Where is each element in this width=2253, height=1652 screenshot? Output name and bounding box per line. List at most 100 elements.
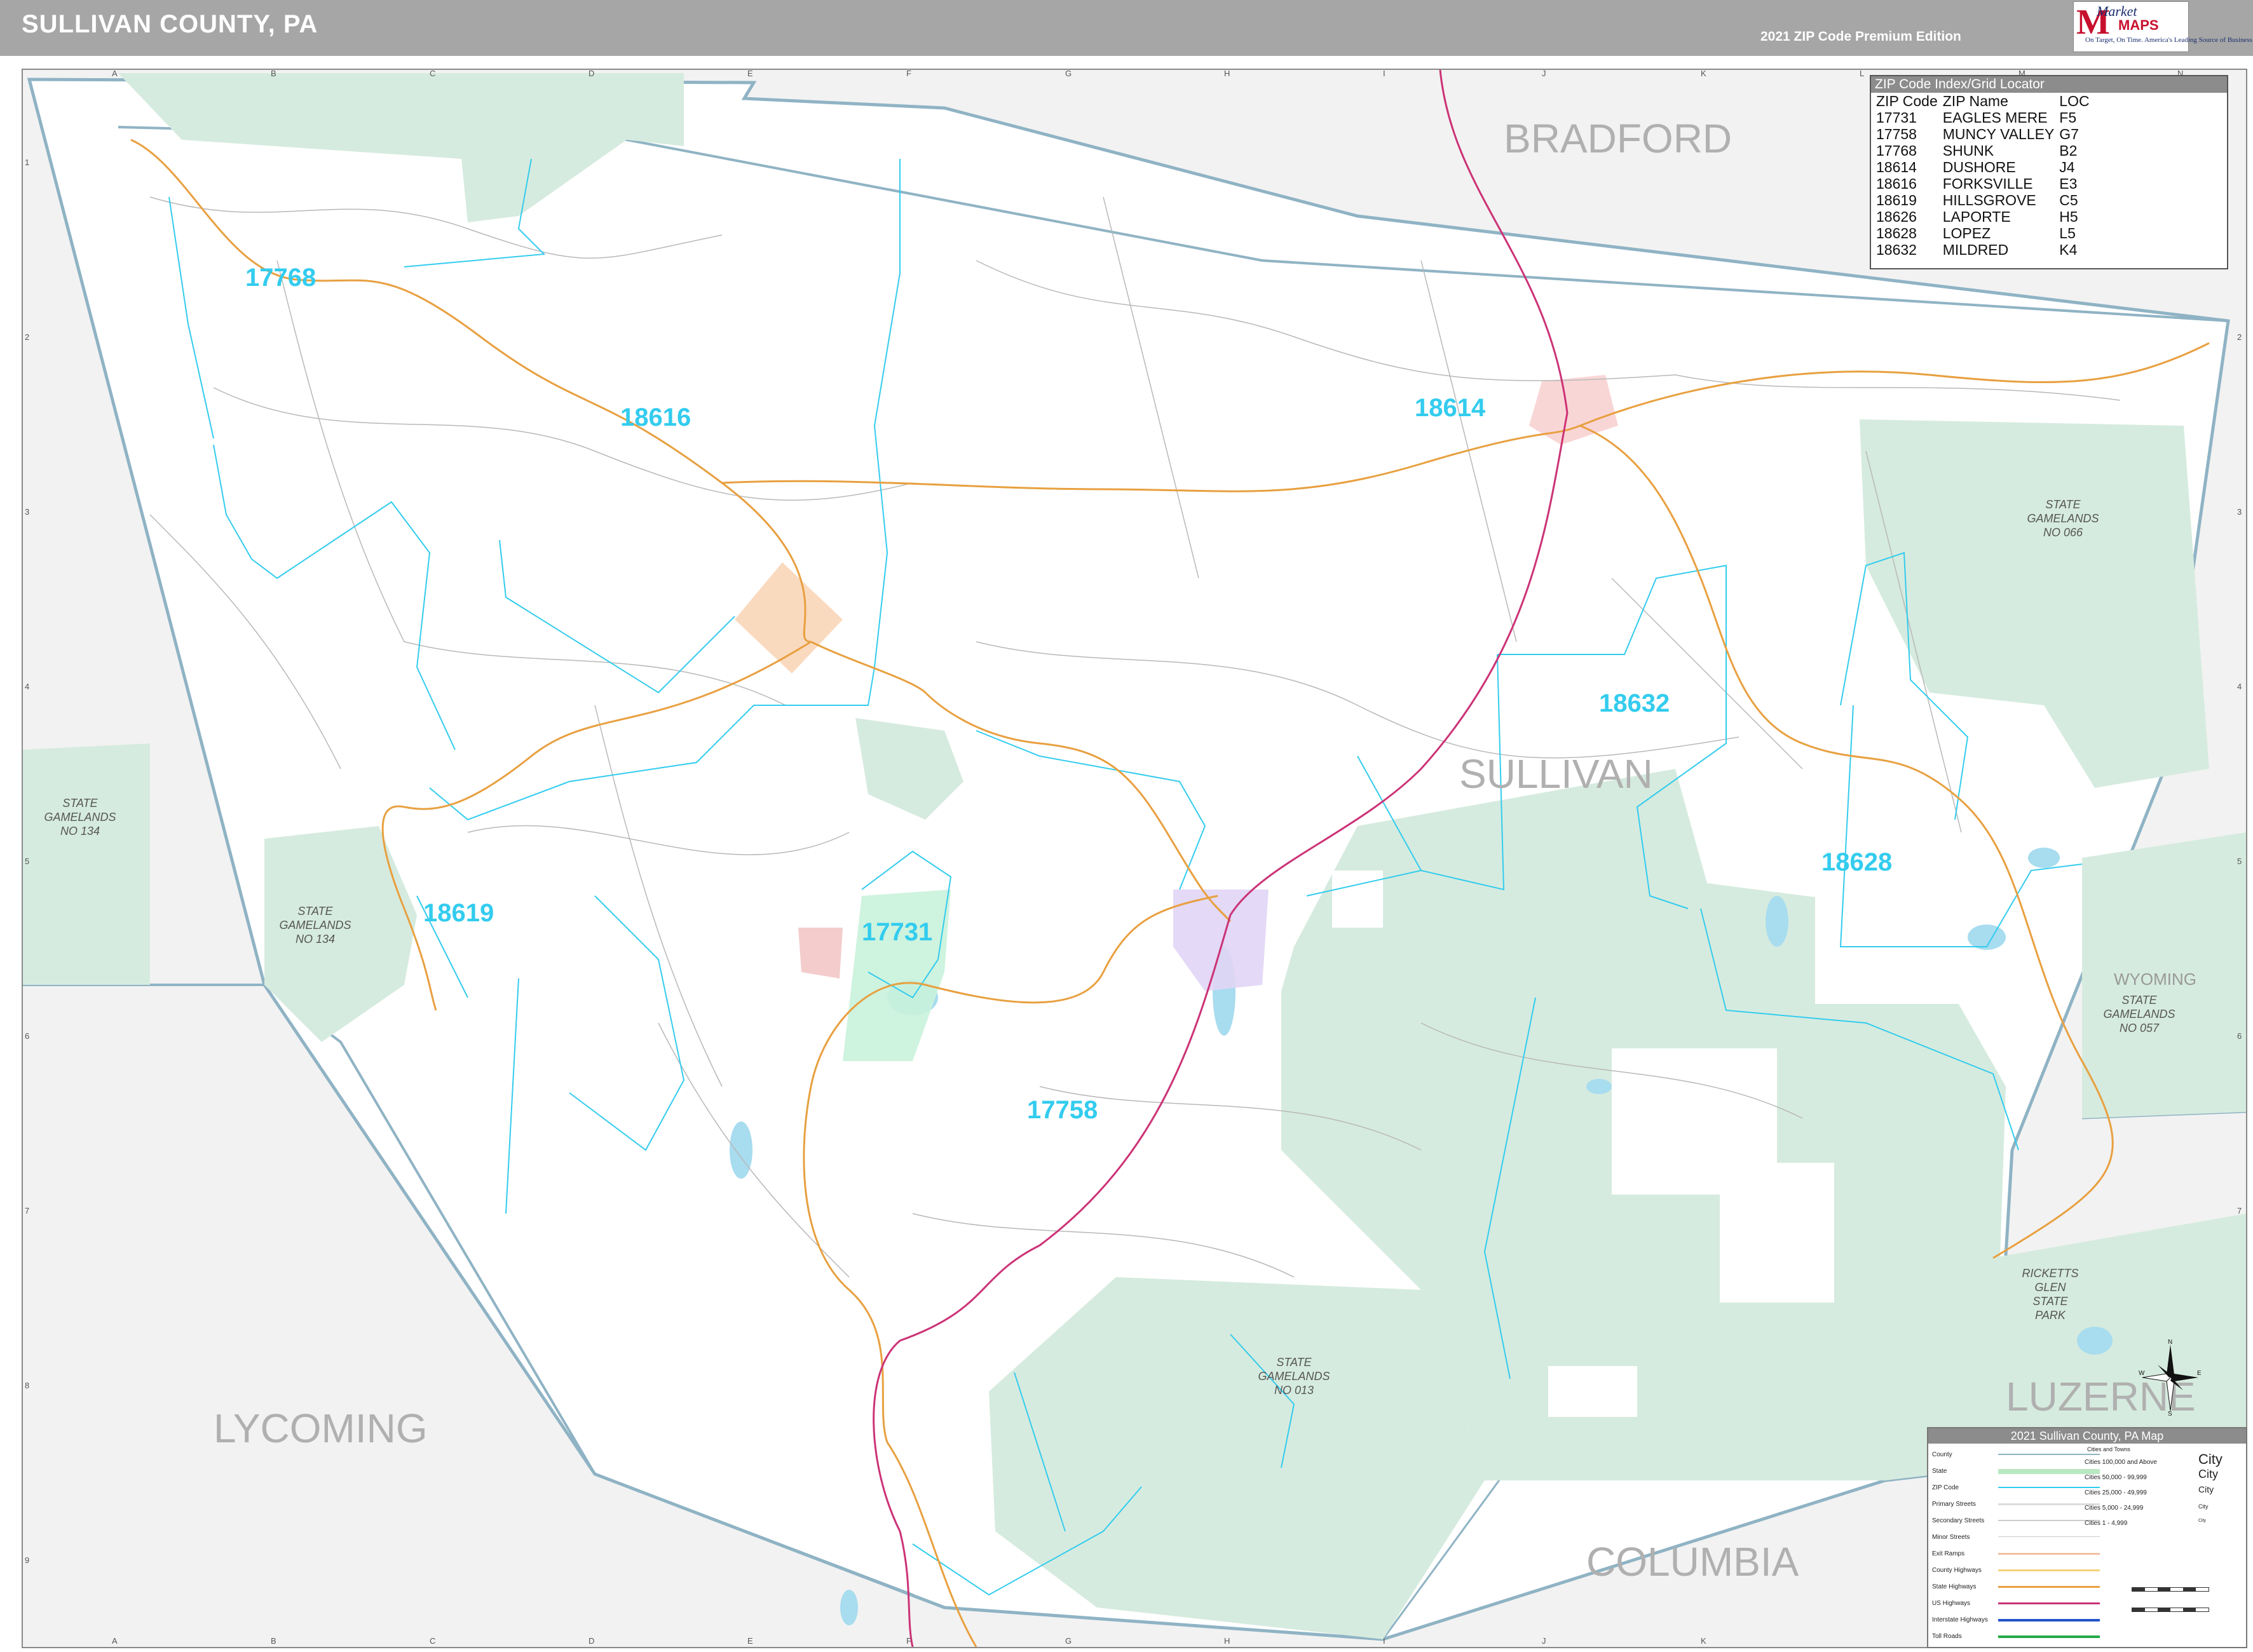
zip-loc-cell: K4 <box>2059 241 2078 258</box>
legend-sample-us-hwy <box>1998 1602 2100 1604</box>
county-label-bradford: BRADFORD <box>1504 116 1732 161</box>
zip-name-cell: LOPEZ <box>1942 225 1991 241</box>
grid-number: 6 <box>2237 1031 2242 1041</box>
zip-index-header: ZIP Name <box>1942 93 2008 109</box>
legend-sample-county <box>1998 1454 2100 1455</box>
legend-city-class: Cities 100,000 and Above <box>2085 1459 2157 1466</box>
table-row: 18632 MILDRED K4 <box>1874 241 2092 258</box>
inholding-2 <box>1720 1163 1834 1303</box>
grid-letter: K <box>1701 70 1706 78</box>
grid-letter: F <box>906 70 911 78</box>
grid-letter: G <box>1065 70 1072 78</box>
legend-sample-state <box>1998 1469 2100 1474</box>
legend-sample-county-hwy <box>1998 1569 2100 1571</box>
legend-city-sample: City <box>2198 1451 2222 1467</box>
grid-letter: J <box>1542 70 1546 78</box>
legend-item: Primary Streets <box>1932 1501 1976 1508</box>
table-row: 18619 HILLSGROVE C5 <box>1874 192 2092 208</box>
zip-code-cell: 17758 <box>1876 126 1917 142</box>
zip-loc-cell: L5 <box>2059 225 2076 241</box>
map-frame[interactable]: A B C D E F G H I J K L M N A B C D E F … <box>22 69 2247 1648</box>
zip-loc-cell: G7 <box>2059 126 2079 142</box>
legend-city-class: Cities 1 - 4,999 <box>2085 1520 2128 1527</box>
lake-9 <box>840 1590 858 1625</box>
legend-item: Exit Ramps <box>1932 1550 1965 1557</box>
grid-number: 4 <box>25 682 29 691</box>
zip-name-cell: FORKSVILLE <box>1942 175 2033 192</box>
zip-label-18628: 18628 <box>1821 848 1892 876</box>
grid-letter: H <box>1224 1636 1230 1646</box>
grid-number: 1 <box>25 158 29 167</box>
legend-item: ZIP Code <box>1932 1484 1959 1491</box>
lake-2 <box>730 1121 752 1179</box>
grid-number: 6 <box>25 1031 29 1041</box>
zip-code-cell: 18619 <box>1876 192 1917 208</box>
legend-sample-zip <box>1998 1487 2100 1488</box>
lake-8 <box>1586 1079 1612 1094</box>
compass-w: W <box>2139 1370 2145 1377</box>
zip-code-cell: 17731 <box>1876 109 1917 126</box>
zip-label-17758: 17758 <box>1027 1096 1098 1124</box>
inholding-5 <box>1332 870 1383 928</box>
logo-brand-bottom: MAPS <box>2118 17 2159 33</box>
grid-letter: K <box>1701 1636 1706 1646</box>
inholding-3 <box>1548 1366 1637 1417</box>
county-label-columbia: COLUMBIA <box>1586 1539 1799 1585</box>
edition-label: 2021 ZIP Code Premium Edition <box>1760 29 1961 44</box>
table-row: 17758 MUNCY VALLEY G7 <box>1874 126 2092 142</box>
grid-letter: G <box>1065 1636 1072 1646</box>
legend-city-sample: City <box>2198 1519 2207 1523</box>
legend-item: County Highways <box>1932 1567 1982 1574</box>
legend-item: Minor Streets <box>1932 1534 1970 1541</box>
map-canvas[interactable]: A B C D E F G H I J K L M N A B C D E F … <box>23 70 2246 1647</box>
grid-number: 5 <box>25 856 29 866</box>
header-bar: SULLIVAN COUNTY, PA 2021 ZIP Code Premiu… <box>0 0 2253 56</box>
table-row: 18616 FORKSVILLE E3 <box>1874 175 2092 192</box>
page-title: SULLIVAN COUNTY, PA <box>22 10 318 38</box>
grid-letter: A <box>112 70 118 78</box>
legend-item: Interstate Highways <box>1932 1616 1988 1623</box>
grid-letter: F <box>906 1636 911 1646</box>
zip-index-title: ZIP Code Index/Grid Locator <box>1871 76 2227 93</box>
zip-code-cell: 18616 <box>1876 175 1917 192</box>
lake-4 <box>1766 896 1788 947</box>
compass-rose-icon: N S E W <box>2139 1339 2202 1416</box>
grid-letter: D <box>589 1636 594 1646</box>
grid-number: 7 <box>25 1206 29 1215</box>
legend-item: US Highways <box>1932 1600 1971 1607</box>
table-row: 17731 EAGLES MERE F5 <box>1874 109 2092 126</box>
lake-7 <box>2028 848 2060 868</box>
zip-index-header: ZIP Code <box>1876 93 1938 109</box>
compass-n: N <box>2168 1339 2172 1346</box>
zip-loc-cell: E3 <box>2059 175 2078 192</box>
county-label-lycoming: LYCOMING <box>214 1405 428 1451</box>
zip-index-table: ZIP Code ZIP Name LOC 17731 EAGLES MERE F5… <box>1874 93 2092 258</box>
legend-sample-minor <box>1998 1536 2100 1537</box>
grid-number: 5 <box>2237 856 2242 866</box>
grid-letter: E <box>747 1636 753 1646</box>
grid-letter: C <box>430 70 435 78</box>
zip-name-cell: DUSHORE <box>1942 159 2016 175</box>
zip-code-cell: 18632 <box>1876 241 1917 258</box>
table-row: 18628 LOPEZ L5 <box>1874 225 2092 241</box>
grid-letter: L <box>1860 70 1864 78</box>
grid-numbers-left: 1 2 3 4 5 6 7 8 9 <box>25 158 29 1565</box>
zip-code-cell: 18626 <box>1876 208 1917 225</box>
zip-loc-cell: B2 <box>2059 142 2078 159</box>
zip-index-header: LOC <box>2059 93 2090 109</box>
zip-loc-cell: J4 <box>2059 159 2075 175</box>
zip-code-cell: 18614 <box>1876 159 1917 175</box>
zip-index-header-row: ZIP Code ZIP Name LOC <box>1874 93 2092 109</box>
grid-number: 9 <box>25 1555 29 1565</box>
grid-letter: B <box>271 70 276 78</box>
logo-contact-block <box>2193 3 2247 50</box>
zip-name-cell: MILDRED <box>1942 241 2009 258</box>
grid-letter: I <box>1383 1636 1385 1646</box>
zip-label-18619: 18619 <box>423 899 494 927</box>
legend-city-class: Cities 5,000 - 24,999 <box>2085 1505 2144 1512</box>
grid-letter: A <box>112 1636 118 1646</box>
zip-name-cell: HILLSGROVE <box>1942 192 2036 208</box>
zip-name-cell: EAGLES MERE <box>1942 109 2048 126</box>
scale-bar-km <box>2132 1608 2209 1612</box>
zip-loc-cell: C5 <box>2059 192 2078 208</box>
